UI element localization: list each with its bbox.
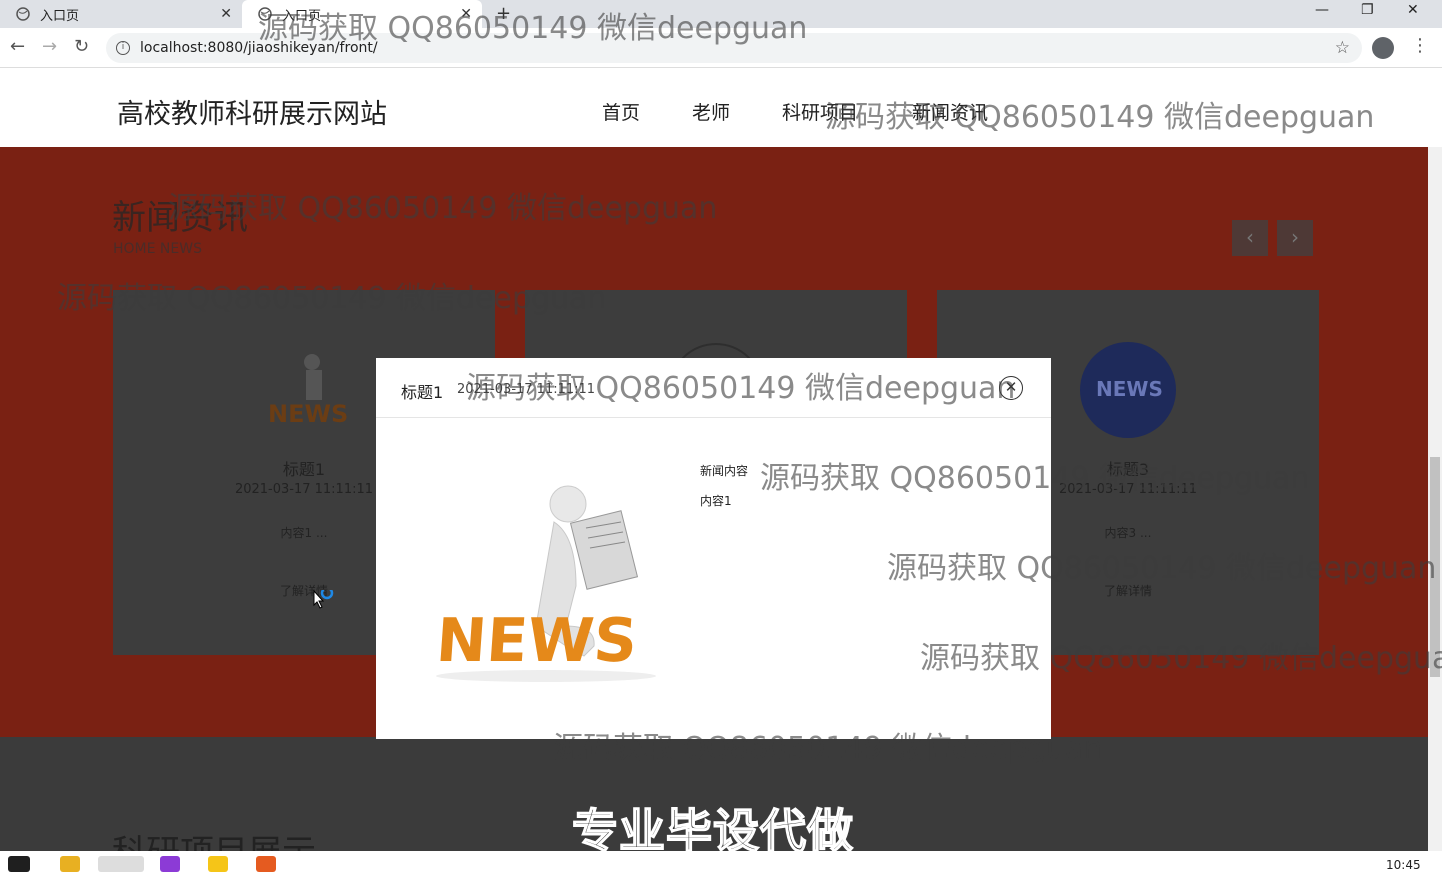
section-title: 新闻资讯 xyxy=(112,198,248,238)
taskbar: 10:45 xyxy=(0,851,1442,872)
info-icon[interactable]: i xyxy=(116,41,130,55)
news-illustration: NEWS xyxy=(416,476,666,686)
carousel-prev-button[interactable]: ‹ xyxy=(1232,220,1268,256)
globe-icon xyxy=(258,7,272,21)
app-icon[interactable] xyxy=(256,856,276,872)
reload-icon[interactable]: ↻ xyxy=(74,36,89,57)
news-thumbnail: NEWS xyxy=(254,340,354,440)
url-input[interactable]: i localhost:8080/jiaoshikeyan/front/ ☆ xyxy=(106,33,1362,63)
site-header: 高校教师科研展示网站 首页 老师 科研项目 新闻资讯 xyxy=(0,68,1428,147)
modal-content-label: 新闻内容 xyxy=(700,464,749,478)
chrome-taskbar-icon[interactable] xyxy=(98,856,144,872)
ide-icon[interactable] xyxy=(160,856,180,872)
svg-text:NEWS: NEWS xyxy=(1096,377,1163,401)
carousel-next-button[interactable]: › xyxy=(1277,220,1313,256)
profile-avatar-icon[interactable] xyxy=(1372,37,1394,59)
tab-title: 入口页 xyxy=(282,8,322,24)
section-subtitle: HOME NEWS xyxy=(113,241,202,257)
site-title: 高校教师科研展示网站 xyxy=(117,99,387,130)
project-section: 科研项目展示 专业毕设代做 xyxy=(0,737,1428,873)
tab-title: 入口页 xyxy=(40,8,80,24)
nav-home[interactable]: 首页 xyxy=(602,98,640,125)
svg-text:NEWS: NEWS xyxy=(434,606,639,676)
nav-news[interactable]: 新闻资讯 xyxy=(912,98,988,125)
back-icon[interactable]: ← xyxy=(10,36,25,57)
app-icon[interactable] xyxy=(208,856,228,872)
minimize-icon[interactable]: — xyxy=(1315,2,1329,18)
globe-icon xyxy=(16,7,30,21)
forward-icon[interactable]: → xyxy=(42,36,57,57)
modal-content: 内容1 xyxy=(700,494,732,508)
new-tab-icon[interactable]: + xyxy=(496,3,511,24)
close-tab-icon[interactable]: ✕ xyxy=(220,6,232,22)
url-text: localhost:8080/jiaoshikeyan/front/ xyxy=(140,40,378,56)
scrollbar-thumb[interactable] xyxy=(1430,457,1440,677)
news-thumbnail: NEWS xyxy=(1078,340,1178,440)
bookmark-star-icon[interactable]: ☆ xyxy=(1335,38,1350,58)
clock: 10:45 xyxy=(1386,858,1421,872)
nav-teachers[interactable]: 老师 xyxy=(692,98,730,125)
mouse-cursor-icon xyxy=(313,586,339,614)
browser-tab-bar: 入口页 ✕ 入口页 ✕ + — ❐ ✕ xyxy=(0,0,1442,28)
svg-text:NEWS: NEWS xyxy=(268,400,348,428)
modal-header: 标题1 2021-03-17 11:11:11 ✕ xyxy=(376,358,1051,418)
close-window-icon[interactable]: ✕ xyxy=(1407,2,1419,18)
browser-tab-1[interactable]: 入口页 ✕ xyxy=(0,0,242,28)
close-icon[interactable]: ✕ xyxy=(999,376,1023,400)
news-detail-modal: 标题1 2021-03-17 11:11:11 ✕ NEWS 新闻内容 内容1 xyxy=(376,358,1051,739)
windows-start-icon[interactable] xyxy=(8,856,30,872)
page-scrollbar[interactable] xyxy=(1428,147,1442,851)
modal-title: 标题1 xyxy=(401,383,444,402)
close-tab-icon[interactable]: ✕ xyxy=(460,6,472,22)
browser-tab-2[interactable]: 入口页 ✕ xyxy=(242,0,482,28)
modal-date: 2021-03-17 11:11:11 xyxy=(457,382,596,397)
file-explorer-icon[interactable] xyxy=(60,856,80,872)
address-bar: ← → ↻ i localhost:8080/jiaoshikeyan/fron… xyxy=(0,28,1442,68)
restore-icon[interactable]: ❐ xyxy=(1361,2,1374,18)
nav-research-projects[interactable]: 科研项目 xyxy=(782,98,858,125)
more-menu-icon[interactable]: ⋮ xyxy=(1411,35,1429,56)
